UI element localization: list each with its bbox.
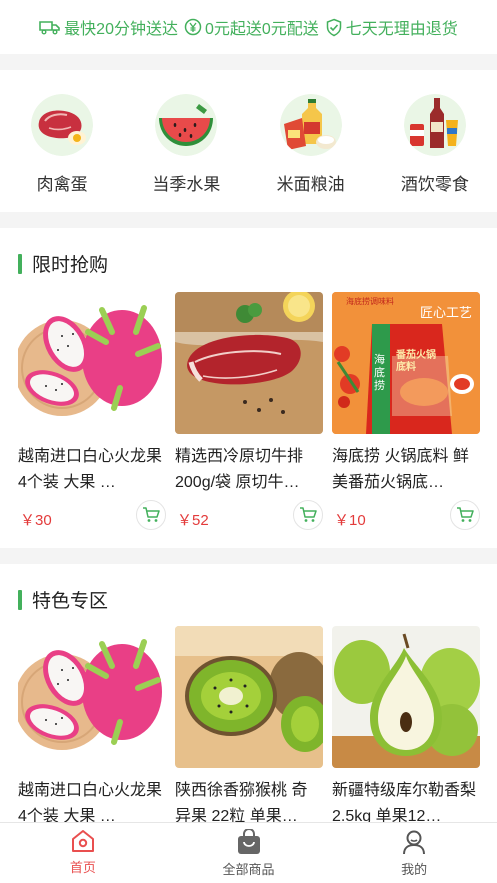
- tab-all-products[interactable]: 全部商品: [166, 823, 332, 883]
- product-image-hotpot-base[interactable]: 海底捞调味料 匠心工艺 海底捞 番茄火锅底料: [332, 292, 480, 434]
- grain-oil-icon: [279, 94, 342, 156]
- hotpot-package-product: 番茄火锅底料: [396, 350, 436, 373]
- hotpot-package-tag: 匠心工艺: [419, 305, 472, 320]
- section-accent-bar: [18, 253, 22, 274]
- category-label: 酒饮零食: [400, 175, 469, 194]
- section-title: 特色专区: [18, 586, 108, 613]
- promise-label: 0元起送0元配送: [204, 21, 319, 38]
- category-label: 米面粮油: [276, 175, 345, 194]
- section-title: 限时抢购: [18, 250, 108, 277]
- product-image-pear[interactable]: [332, 626, 480, 768]
- category-grid: 肉禽蛋 当季水果 米面粮油 酒饮零食: [0, 70, 497, 212]
- category-label: 当季水果: [152, 175, 221, 194]
- product-name[interactable]: 越南进口白心火龙果 4个装 大果 …: [18, 444, 166, 496]
- product-card[interactable]: 新疆特级库尔勒香梨 2.5kg 单果12…: [332, 626, 480, 830]
- promise-item-delivery: 最快20分钟送达: [39, 15, 178, 39]
- tab-mine[interactable]: 我的: [331, 823, 497, 883]
- product-name[interactable]: 海底捞 火锅底料 鲜美番茄火锅底…: [332, 444, 480, 496]
- add-to-cart-button[interactable]: [293, 500, 323, 530]
- tab-label: 首页: [69, 860, 96, 875]
- hotpot-package-brand-vertical: 海底捞: [374, 354, 385, 392]
- product-card[interactable]: 越南进口白心火龙果 4个装 大果 … ￥30: [18, 292, 166, 530]
- home-page: 最快20分钟送达 0元起送0元配送 七天无理由退货 肉禽蛋 当季水果 米面粮油 …: [0, 0, 497, 883]
- product-name[interactable]: 精选西冷原切牛排200g/袋 原切牛…: [175, 444, 323, 496]
- promise-label: 七天无理由退货: [345, 21, 458, 38]
- promise-item-returns: 七天无理由退货: [325, 15, 458, 39]
- product-card[interactable]: 精选西冷原切牛排200g/袋 原切牛… ￥52: [175, 292, 323, 530]
- product-price: ￥52: [177, 512, 209, 529]
- bottom-tab-bar: 首页 全部商品 我的: [0, 822, 497, 883]
- drinks-snacks-icon: [403, 94, 466, 156]
- category-meat-egg[interactable]: 肉禽蛋: [0, 70, 124, 212]
- product-image-dragon-fruit[interactable]: [18, 626, 166, 768]
- section-accent-bar: [18, 589, 22, 610]
- watermelon-icon: [155, 94, 218, 156]
- product-card[interactable]: 海底捞调味料 匠心工艺 海底捞 番茄火锅底料 海底捞 火锅底料 鲜美番茄火锅底……: [332, 292, 480, 530]
- cart-icon: [457, 507, 474, 522]
- product-image-dragon-fruit[interactable]: [18, 292, 166, 434]
- product-card[interactable]: 陕西徐香猕猴桃 奇异果 22粒 单果…: [175, 626, 323, 830]
- home-icon: [71, 830, 94, 852]
- promise-item-free-delivery: 0元起送0元配送: [184, 15, 319, 39]
- tab-home[interactable]: 首页: [0, 823, 166, 883]
- product-price: ￥10: [334, 512, 366, 529]
- featured-section: 特色专区 越南进口白心火龙果 4个装 大果 … 陕西徐香猕猴桃 奇异果 22粒 …: [0, 564, 497, 825]
- category-drinks-snacks[interactable]: 酒饮零食: [373, 70, 497, 212]
- product-image-beef-steak[interactable]: [175, 292, 323, 434]
- meat-egg-icon: [31, 94, 94, 156]
- cart-icon: [300, 507, 317, 522]
- hotpot-package-brand: 海底捞调味料: [346, 297, 394, 306]
- bag-icon: [237, 829, 260, 854]
- cart-icon: [143, 507, 160, 522]
- tab-label: 我的: [401, 862, 428, 877]
- flash-sale-section: 限时抢购 越南进口白心火龙果 4个装 大果 … ￥30 精选西冷原切牛排200g…: [0, 228, 497, 548]
- promise-label: 最快20分钟送达: [64, 21, 178, 38]
- category-grain-oil[interactable]: 米面粮油: [249, 70, 373, 212]
- add-to-cart-button[interactable]: [450, 500, 480, 530]
- section-title-text: 限时抢购: [32, 255, 109, 276]
- category-label: 肉禽蛋: [36, 175, 88, 194]
- product-image-kiwi[interactable]: [175, 626, 323, 768]
- user-icon: [403, 830, 426, 855]
- truck-icon: [39, 21, 60, 35]
- category-seasonal-fruit[interactable]: 当季水果: [124, 70, 248, 212]
- product-price: ￥30: [20, 512, 52, 529]
- shield-check-icon: [326, 18, 342, 36]
- yen-coin-icon: [184, 18, 202, 36]
- product-card[interactable]: 越南进口白心火龙果 4个装 大果 …: [18, 626, 166, 830]
- service-promise-bar: 最快20分钟送达 0元起送0元配送 七天无理由退货: [0, 0, 497, 54]
- add-to-cart-button[interactable]: [136, 500, 166, 530]
- section-title-text: 特色专区: [32, 591, 109, 612]
- tab-label: 全部商品: [222, 862, 275, 877]
